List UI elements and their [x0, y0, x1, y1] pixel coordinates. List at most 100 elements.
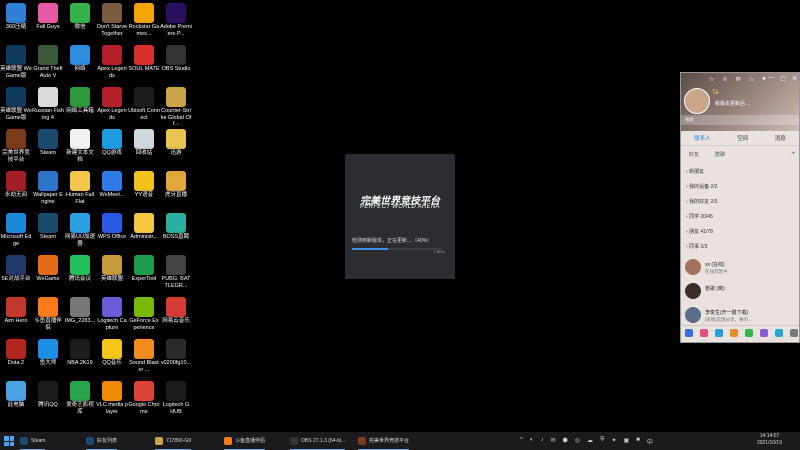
- desktop-icon[interactable]: Wallpaper Engine: [32, 171, 64, 205]
- tray-icon[interactable]: ⛨: [600, 437, 605, 446]
- qq-tool-icon[interactable]: [685, 329, 693, 337]
- desktop-icon[interactable]: Aim Hero: [0, 297, 32, 325]
- qq-top-icon[interactable]: ✉: [736, 76, 741, 83]
- desktop-icon[interactable]: Adobe Premiere P...: [160, 3, 192, 37]
- desktop-icon[interactable]: 网易UU加速器: [64, 213, 96, 247]
- desktop-icon[interactable]: SOUL MATE: [128, 45, 160, 73]
- desktop-icon[interactable]: 网络工具箱: [64, 87, 96, 115]
- desktop-icon[interactable]: NBA 2K19: [64, 339, 96, 367]
- desktop-icon[interactable]: WeMeet...: [96, 171, 128, 199]
- desktop-icon[interactable]: Logitech Capture: [96, 297, 128, 331]
- contact-group[interactable]: › 我的好友 2/3: [686, 198, 717, 205]
- desktop-icon[interactable]: 英雄联盟: [96, 255, 128, 283]
- desktop-icon[interactable]: 英雄联盟 WeGame版: [0, 45, 32, 79]
- subtab-friends[interactable]: 好友: [689, 151, 699, 158]
- nickname[interactable]: Ta: [712, 90, 718, 96]
- tray-icon[interactable]: ✉: [550, 437, 555, 446]
- contact-item[interactable]: 若歌 (离): [685, 283, 797, 303]
- qq-tool-icon[interactable]: [730, 329, 738, 337]
- desktop-icon[interactable]: Administr...: [128, 213, 160, 241]
- windows-start-button[interactable]: [4, 436, 14, 446]
- desktop-icon[interactable]: Fall Guys: [32, 3, 64, 31]
- signature[interactable]: 新版本更新后 ...: [715, 100, 751, 107]
- tab-space[interactable]: 空间: [737, 133, 748, 145]
- desktop-icon[interactable]: Ubisoft Connect: [128, 87, 160, 121]
- desktop-icon[interactable]: 新建文本文档: [64, 129, 96, 163]
- taskbar-app[interactable]: OBS 27.1.3 (64-bi...: [290, 432, 346, 450]
- taskbar-app[interactable]: 斗鱼直播伴侣: [224, 432, 266, 450]
- desktop-icon[interactable]: IMG_2283...: [64, 297, 96, 325]
- desktop-icon[interactable]: 永劫无间: [0, 171, 32, 199]
- desktop-icon[interactable]: 回收站: [128, 129, 160, 157]
- desktop-icon[interactable]: 腾讯QQ: [32, 381, 64, 409]
- desktop-icon[interactable]: 英雄联盟 WeGame版: [0, 87, 32, 121]
- desktop-icon[interactable]: 网络: [64, 45, 96, 73]
- desktop-icon[interactable]: QQ音乐: [96, 339, 128, 367]
- desktop-icon[interactable]: 完美世界竞技平台: [0, 129, 32, 163]
- desktop-icon[interactable]: QQ游戏: [96, 129, 128, 157]
- tray-icon[interactable]: ◐: [530, 437, 534, 446]
- desktop-icon[interactable]: 腾讯会议: [64, 255, 96, 283]
- desktop-icon[interactable]: PUBG: BATTLEGR...: [160, 255, 192, 289]
- contact-item[interactable]: 李俊生(开一键下载) [表情]资源分享，要的…: [685, 307, 797, 327]
- desktop-icon[interactable]: WPS Office: [96, 213, 128, 241]
- tray-icon[interactable]: ⬢: [562, 437, 567, 446]
- desktop-icon[interactable]: ExperTool: [128, 255, 160, 283]
- contact-group[interactable]: › 同事 2/3: [686, 243, 707, 250]
- desktop-icon[interactable]: Human Fall Flat: [64, 171, 96, 205]
- desktop-icon[interactable]: YY语音: [128, 171, 160, 199]
- qq-tool-icon[interactable]: [745, 329, 753, 337]
- input-language-indicator[interactable]: 中: [647, 437, 653, 446]
- desktop-icon[interactable]: Grand Theft Auto V: [32, 45, 64, 79]
- desktop-icon[interactable]: v0200fg10...: [160, 339, 192, 367]
- contact-group[interactable]: › 同学 20/45: [686, 213, 713, 220]
- desktop-icon[interactable]: Apex Legends: [96, 87, 128, 121]
- tab-messages[interactable]: 消息: [775, 133, 786, 145]
- desktop-icon[interactable]: Apex Legends: [96, 45, 128, 79]
- tab-contacts[interactable]: 联系人: [694, 133, 711, 145]
- minimize-icon[interactable]: —: [768, 75, 774, 82]
- desktop-icon[interactable]: Dota 2: [0, 339, 32, 367]
- taskbar-app[interactable]: Steam: [20, 432, 46, 450]
- qq-tool-icon[interactable]: [760, 329, 768, 337]
- desktop-icon[interactable]: BOSS直聘: [160, 213, 192, 241]
- qq-tool-icon[interactable]: [700, 329, 708, 337]
- tray-icon[interactable]: ▣: [624, 437, 630, 446]
- contact-group[interactable]: › 新朋友: [686, 168, 704, 175]
- desktop-icon[interactable]: Google Chrome: [128, 381, 160, 415]
- contact-group[interactable]: › 朋友 41/78: [686, 228, 713, 235]
- taskbar-app[interactable]: 好友列表: [86, 432, 118, 450]
- tray-icon[interactable]: ✦: [612, 437, 617, 446]
- qq-tool-icon[interactable]: [715, 329, 723, 337]
- avatar[interactable]: [684, 88, 710, 114]
- desktop-icon[interactable]: Counter-Strike Global Off...: [160, 87, 192, 128]
- desktop-icon[interactable]: 斗鱼直播伴侣: [32, 297, 64, 331]
- desktop-icon[interactable]: Logitech G HUB: [160, 381, 192, 415]
- qq-tool-icon[interactable]: [790, 329, 798, 337]
- taskbar-app[interactable]: 完美世界竞技平台: [358, 432, 410, 450]
- subtab-groups[interactable]: 群聊: [715, 151, 725, 158]
- close-icon[interactable]: ✕: [792, 75, 797, 82]
- desktop-icon[interactable]: Microsoft Edge: [0, 213, 32, 247]
- desktop-icon[interactable]: Steam: [32, 213, 64, 241]
- tray-icon[interactable]: ◎: [575, 437, 580, 446]
- search-input[interactable]: 搜索: [681, 115, 799, 125]
- desktop-icon[interactable]: Sound Blaster ...: [128, 339, 160, 373]
- tray-icon[interactable]: ☁: [587, 437, 593, 446]
- desktop-icon[interactable]: 爱奇艺影视库: [64, 381, 96, 415]
- desktop-icon[interactable]: 网易云音乐: [160, 297, 192, 325]
- desktop-icon[interactable]: 虎牙直播: [160, 171, 192, 199]
- desktop-icon[interactable]: OBS Studio: [160, 45, 192, 73]
- desktop-icon[interactable]: Steam: [32, 129, 64, 157]
- desktop-icon[interactable]: Don't Starve Together: [96, 3, 128, 37]
- tray-icon[interactable]: ■: [636, 437, 640, 446]
- qq-top-icon[interactable]: ☆: [709, 76, 714, 83]
- contact-item[interactable]: xx (在线) 在线听歌中: [685, 259, 797, 279]
- desktop-icon[interactable]: 迅游: [160, 129, 192, 157]
- contact-group[interactable]: › 我的设备 2/2: [686, 183, 717, 190]
- desktop-icon[interactable]: 360压缩: [0, 3, 32, 31]
- perfect-world-launcher-window[interactable]: 完美世界竞技平台 PERFECT WORLD ARENA 检测到新版本，正在更新…: [345, 154, 455, 279]
- desktop-icon[interactable]: WeGame: [32, 255, 64, 283]
- qq-top-icon[interactable]: ●: [762, 76, 766, 83]
- qq-top-icon[interactable]: ♕: [722, 76, 727, 83]
